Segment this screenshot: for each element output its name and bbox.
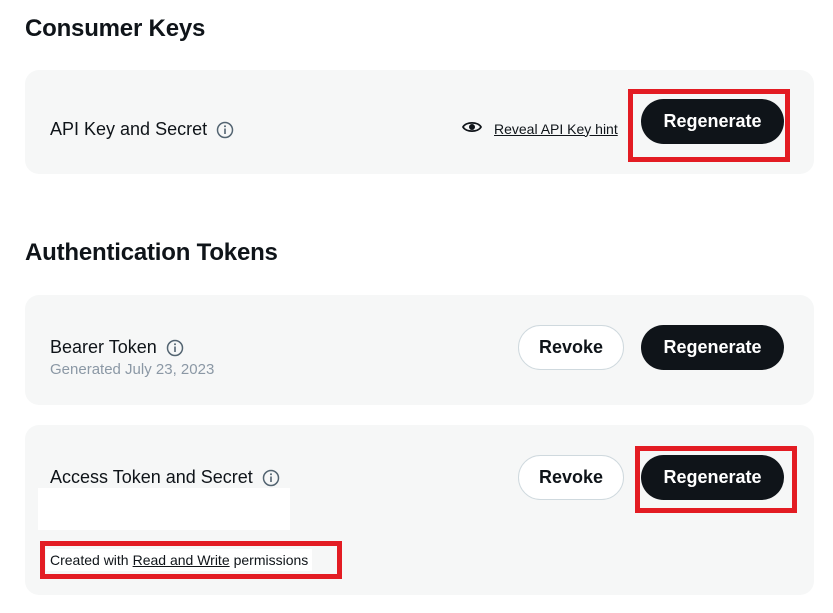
eye-icon (461, 120, 483, 137)
developer-keys-page: Consumer Keys API Key and Secret Reveal … (0, 0, 833, 613)
access-token-row-label: Access Token and Secret (50, 467, 280, 488)
bearer-token-card: Bearer Token Generated July 23, 2023 Rev… (25, 295, 814, 405)
reveal-api-key-link[interactable]: Reveal API Key hint (494, 121, 618, 137)
read-write-link[interactable]: Read and Write (133, 552, 230, 568)
bearer-token-generated-date: Generated July 23, 2023 (50, 361, 215, 378)
permissions-line: Created with Read and Write permissions (46, 549, 313, 571)
bearer-token-label: Bearer Token (50, 337, 157, 357)
permissions-prefix: Created with (50, 552, 129, 568)
redacted-area (38, 488, 290, 530)
info-icon[interactable] (216, 121, 234, 139)
permissions-suffix: permissions (233, 552, 309, 568)
revoke-access-token-button[interactable]: Revoke (518, 455, 624, 500)
regenerate-access-token-button[interactable]: Regenerate (641, 455, 784, 500)
api-key-label: API Key and Secret (50, 119, 208, 139)
info-icon[interactable] (166, 339, 184, 357)
access-token-card: Access Token and Secret Revoke Regenerat… (25, 425, 814, 595)
bearer-token-row-label: Bearer Token (50, 337, 184, 358)
api-key-card: API Key and Secret Reveal API Key hint R… (25, 70, 814, 174)
consumer-keys-title: Consumer Keys (25, 15, 206, 42)
access-token-label: Access Token and Secret (50, 467, 253, 487)
api-key-row-label: API Key and Secret (50, 119, 234, 140)
regenerate-api-key-button[interactable]: Regenerate (641, 99, 784, 144)
info-icon[interactable] (262, 469, 280, 487)
authentication-tokens-title: Authentication Tokens (25, 239, 278, 266)
regenerate-bearer-token-button[interactable]: Regenerate (641, 325, 784, 370)
revoke-bearer-token-button[interactable]: Revoke (518, 325, 624, 370)
reveal-api-key-hint[interactable]: Reveal API Key hint (461, 120, 618, 137)
